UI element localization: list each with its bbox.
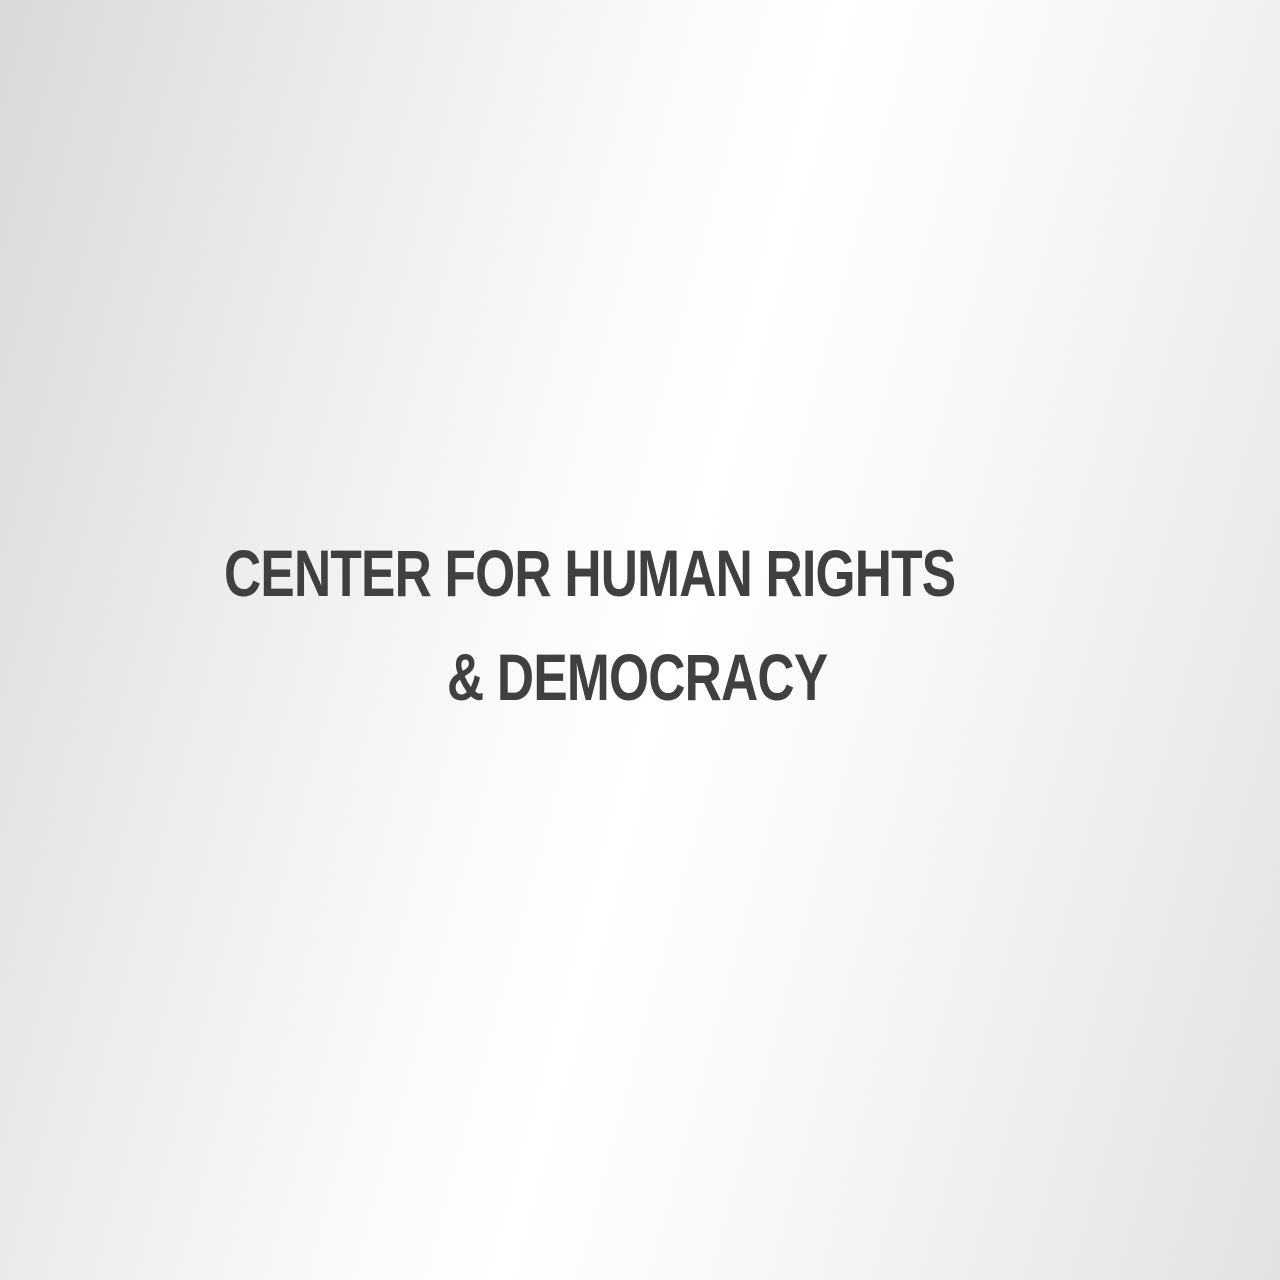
organization-name-line-2: & DEMOCRACY — [447, 640, 828, 714]
organization-name-line-1: CENTER FOR HUMAN RIGHTS — [224, 536, 956, 610]
logo-canvas: CENTER FOR HUMAN RIGHTS & DEMOCRACY — [0, 0, 1280, 1280]
